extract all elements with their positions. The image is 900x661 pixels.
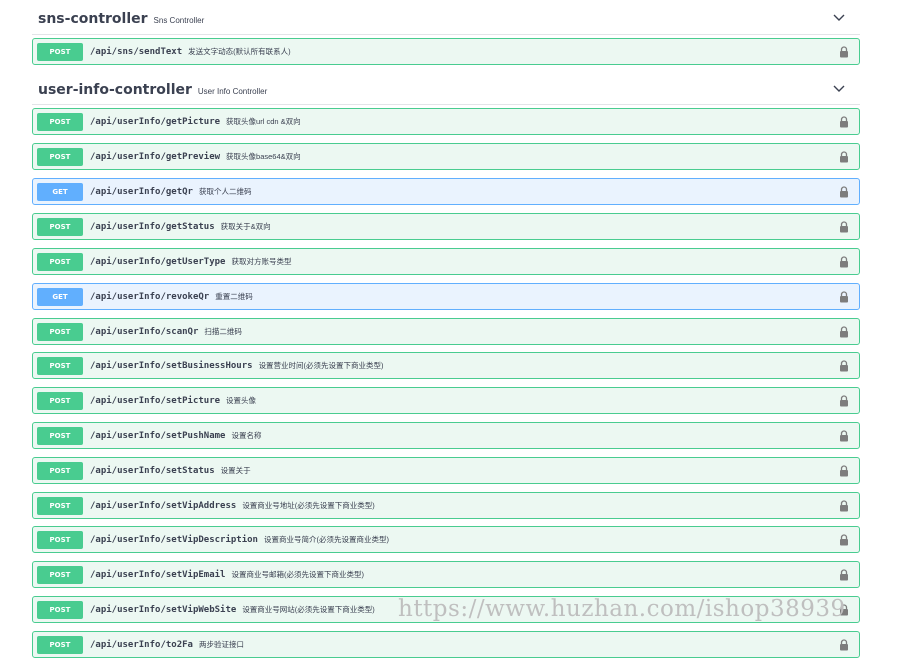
operation-row[interactable]: GET /api/userInfo/getQr 获取个人二维码 (32, 178, 860, 205)
tag-description: User Info Controller (197, 86, 268, 96)
operation-summary: 两步验证接口 (198, 640, 244, 649)
method-badge: POST (37, 147, 83, 166)
operation-row[interactable]: POST /api/userInfo/getPicture 获取头像url cd… (32, 108, 860, 135)
method-badge: POST (37, 42, 83, 61)
method-badge: GET (37, 182, 83, 201)
operation-row[interactable]: POST /api/userInfo/scanQr 扫描二维码 (32, 318, 860, 345)
operation-path: /api/userInfo/setStatus (90, 465, 215, 476)
method-badge: POST (37, 600, 83, 619)
lock-icon[interactable] (839, 465, 849, 477)
operation-row[interactable]: POST /api/userInfo/setPushName 设置名称 (32, 422, 860, 449)
lock-icon[interactable] (839, 604, 849, 616)
lock-icon[interactable] (839, 430, 849, 442)
operation-path: /api/userInfo/getStatus (90, 221, 215, 232)
lock-icon[interactable] (839, 46, 849, 58)
chevron-down-icon[interactable] (832, 11, 846, 25)
operation-row[interactable]: POST /api/userInfo/setVipEmail 设置商业号邮箱(必… (32, 561, 860, 588)
method-badge: POST (37, 391, 83, 410)
operation-summary: 设置头像 (226, 396, 257, 405)
operation-row[interactable]: POST /api/userInfo/getPreview 获取头像base64… (32, 143, 860, 170)
operation-path: /api/userInfo/revokeQr (90, 291, 210, 302)
lock-icon[interactable] (839, 256, 849, 268)
operation-path: /api/userInfo/to2Fa (90, 639, 193, 650)
operation-path: /api/userInfo/getUserType (90, 256, 226, 267)
method-badge: POST (37, 635, 83, 654)
lock-icon[interactable] (839, 326, 849, 338)
operation-path: /api/userInfo/setPushName (90, 430, 226, 441)
operation-summary: 设置商业号地址(必须先设置下商业类型) (242, 501, 375, 510)
method-badge: POST (37, 565, 83, 584)
operation-summary: 获取个人二维码 (198, 187, 252, 196)
lock-icon[interactable] (839, 151, 849, 163)
method-badge: GET (37, 287, 83, 306)
method-badge: POST (37, 217, 83, 236)
lock-icon[interactable] (839, 500, 849, 512)
operation-summary: 设置商业号网站(必须先设置下商业类型) (242, 605, 375, 614)
operation-path: /api/userInfo/getPreview (90, 151, 221, 162)
operation-summary: 设置关于 (220, 466, 251, 475)
tag-name: user-info-controller (38, 82, 192, 98)
operation-row[interactable]: GET /api/userInfo/revokeQr 重置二维码 (32, 283, 860, 310)
tag-header-sns-controller[interactable]: sns-controller Sns Controller (32, 4, 860, 34)
operation-path: /api/userInfo/scanQr (90, 326, 199, 337)
operation-row[interactable]: POST /api/userInfo/getStatus 获取关于&双向 (32, 213, 860, 240)
operation-row[interactable]: POST /api/userInfo/setStatus 设置关于 (32, 457, 860, 484)
method-badge: POST (37, 112, 83, 131)
operation-row[interactable]: POST /api/userInfo/setBusinessHours 设置营业… (32, 352, 860, 379)
operation-path: /api/userInfo/setVipWebSite (90, 604, 237, 615)
method-badge: POST (37, 496, 83, 515)
operation-summary: 扫描二维码 (204, 327, 242, 336)
method-badge: POST (37, 530, 83, 549)
lock-icon[interactable] (839, 639, 849, 651)
section-divider (32, 34, 860, 35)
lock-icon[interactable] (839, 186, 849, 198)
lock-icon[interactable] (839, 569, 849, 581)
operation-path: /api/userInfo/setVipDescription (90, 534, 258, 545)
method-badge: POST (37, 252, 83, 271)
operation-row[interactable]: POST /api/sns/sendText 发送文字动态(默认所有联系人) (32, 38, 860, 65)
operation-summary: 设置名称 (231, 431, 262, 440)
lock-icon[interactable] (839, 395, 849, 407)
method-badge: POST (37, 426, 83, 445)
operation-summary: 设置营业时间(必须先设置下商业类型) (258, 361, 384, 370)
method-badge: POST (37, 356, 83, 375)
lock-icon[interactable] (839, 360, 849, 372)
operation-row[interactable]: POST /api/userInfo/setVipAddress 设置商业号地址… (32, 492, 860, 519)
operation-summary: 获取对方账号类型 (231, 257, 292, 266)
lock-icon[interactable] (839, 534, 849, 546)
operation-summary: 设置商业号简介(必须先设置商业类型) (263, 535, 389, 544)
operation-summary: 设置商业号邮箱(必须先设置下商业类型) (231, 570, 364, 579)
operation-path: /api/userInfo/setPicture (90, 395, 221, 406)
tag-name: sns-controller (38, 11, 148, 27)
method-badge: POST (37, 461, 83, 480)
lock-icon[interactable] (839, 221, 849, 233)
operation-row[interactable]: POST /api/userInfo/setVipWebSite 设置商业号网站… (32, 596, 860, 623)
operation-row[interactable]: POST /api/userInfo/setPicture 设置头像 (32, 387, 860, 414)
operation-path: /api/userInfo/setVipEmail (90, 569, 226, 580)
operation-path: /api/userInfo/setBusinessHours (90, 360, 253, 371)
lock-icon[interactable] (839, 291, 849, 303)
tag-header-user-info-controller[interactable]: user-info-controller User Info Controlle… (32, 75, 860, 105)
operation-summary: 重置二维码 (215, 292, 253, 301)
lock-icon[interactable] (839, 116, 849, 128)
operation-path: /api/userInfo/getPicture (90, 116, 221, 127)
tag-description: Sns Controller (153, 15, 205, 25)
operation-summary: 获取头像base64&双向 (226, 152, 301, 161)
operation-row[interactable]: POST /api/userInfo/getUserType 获取对方账号类型 (32, 248, 860, 275)
section-divider (32, 104, 860, 105)
operation-row[interactable]: POST /api/userInfo/to2Fa 两步验证接口 (32, 631, 860, 658)
operation-row[interactable]: POST /api/userInfo/setVipDescription 设置商… (32, 526, 860, 553)
operation-path: /api/sns/sendText (90, 46, 183, 57)
operation-summary: 发送文字动态(默认所有联系人) (188, 47, 291, 56)
operation-path: /api/userInfo/getQr (90, 186, 193, 197)
method-badge: POST (37, 322, 83, 341)
operation-summary: 获取头像url cdn &双向 (226, 117, 301, 126)
operation-path: /api/userInfo/setVipAddress (90, 500, 237, 511)
operation-summary: 获取关于&双向 (220, 222, 271, 231)
chevron-down-icon[interactable] (832, 82, 846, 96)
